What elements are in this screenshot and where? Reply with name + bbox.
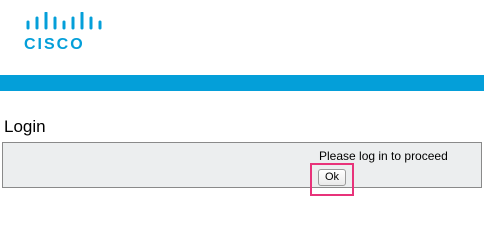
cisco-bridge-icon: [26, 12, 102, 30]
login-page: cisco Login Please log in to proceed Ok: [0, 0, 484, 213]
cisco-wordmark: cisco: [24, 36, 85, 53]
page-title: Login: [4, 117, 46, 136]
ok-button[interactable]: Ok: [318, 169, 346, 186]
brand-bar: [0, 75, 484, 91]
login-panel: Please log in to proceed Ok: [2, 142, 482, 196]
cisco-logo: cisco: [24, 12, 104, 56]
login-message: Please log in to proceed: [319, 149, 448, 163]
